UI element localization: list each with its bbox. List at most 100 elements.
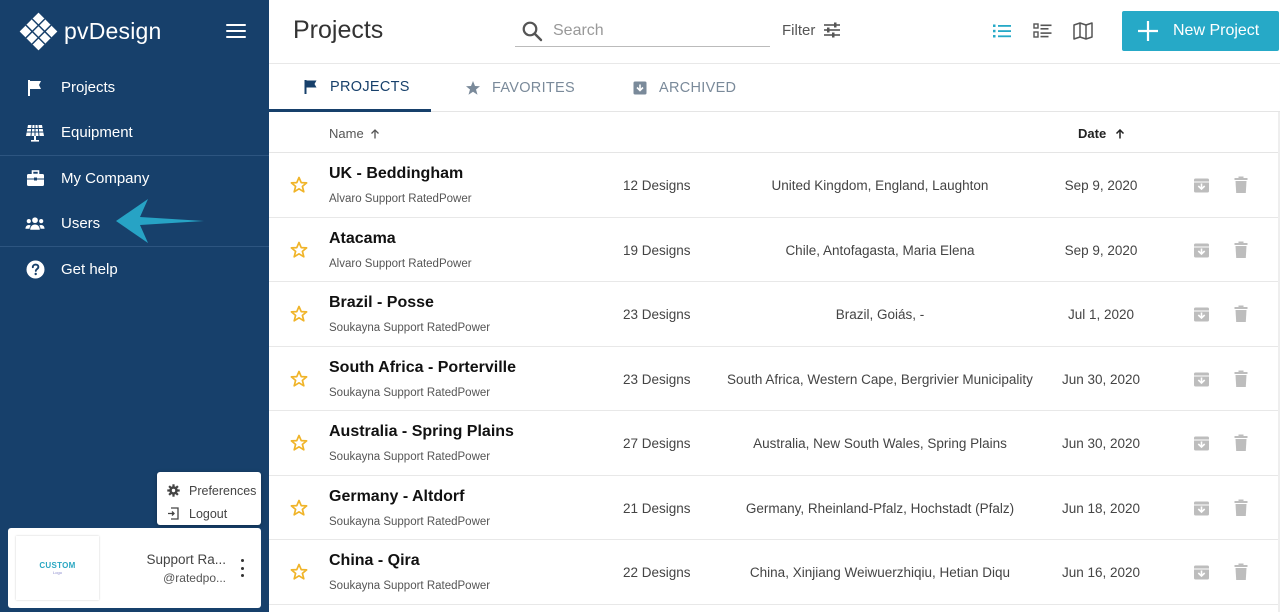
sidebar-item-get-help[interactable]: Get help (0, 247, 269, 292)
brand[interactable]: pvDesign (18, 11, 162, 51)
project-name[interactable]: Brazil - Posse (329, 294, 434, 312)
preferences-menu-item[interactable]: Preferences (157, 479, 261, 502)
project-location: South Africa, Western Cape, Bergrivier M… (727, 371, 1033, 387)
design-count: 27 Designs (623, 436, 691, 451)
archive-icon[interactable] (1193, 435, 1210, 452)
project-location: United Kingdom, England, Laughton (771, 178, 989, 193)
project-owner: Soukayna Support RatedPower (329, 322, 491, 334)
archive-icon[interactable] (1193, 242, 1210, 259)
project-date: Sep 9, 2020 (1064, 242, 1138, 258)
pvdesign-logo-icon (19, 12, 58, 50)
project-name[interactable]: South Africa - Porterville (329, 359, 516, 377)
users-icon (25, 214, 45, 234)
logout-icon (166, 507, 180, 521)
column-header-date[interactable]: Date (1078, 126, 1125, 141)
logout-menu-item[interactable]: Logout (157, 502, 261, 525)
menu-icon[interactable] (226, 24, 246, 40)
preferences-menu: Preferences Logout (157, 472, 261, 525)
trash-icon[interactable] (1234, 434, 1248, 452)
archive-icon[interactable] (1193, 177, 1210, 194)
table-row[interactable]: South Africa - Porterville Soukayna Suppo… (269, 347, 1280, 411)
archive-icon (633, 81, 647, 95)
trash-icon[interactable] (1234, 176, 1248, 194)
logout-label: Logout (189, 506, 228, 521)
new-project-label: New Project (1173, 22, 1260, 39)
tab-label: PROJECTS (330, 78, 410, 95)
more-options-icon[interactable] (239, 559, 245, 577)
flag-icon (304, 79, 317, 94)
table-header: Name Date (269, 112, 1280, 153)
project-date: Jul 1, 2020 (1067, 307, 1135, 322)
project-name[interactable]: UK - Beddingham (329, 165, 463, 183)
favorite-star-icon[interactable] (290, 305, 308, 323)
archive-icon[interactable] (1193, 306, 1210, 323)
table-row[interactable]: UK - Beddingham Alvaro Support RatedPower… (269, 153, 1280, 218)
sidebar-item-projects[interactable]: Projects (0, 65, 269, 110)
search-input[interactable] (553, 21, 753, 40)
table-row[interactable]: China - Qira Soukayna Support RatedPower 2… (269, 540, 1280, 605)
archive-icon[interactable] (1193, 371, 1210, 388)
archive-icon[interactable] (1193, 500, 1210, 517)
favorite-star-icon[interactable] (290, 434, 308, 452)
tab-projects[interactable]: PROJECTS (269, 64, 431, 112)
sidebar-nav: Projects Equipment My Company Users Get … (0, 65, 269, 292)
company-logo-text: CUSTOM (39, 561, 76, 570)
favorite-star-icon[interactable] (290, 176, 308, 194)
sidebar-item-my-company[interactable]: My Company (0, 156, 269, 201)
detail-view-icon[interactable] (1032, 20, 1054, 42)
filter-label: Filter (782, 21, 816, 39)
main-content: Projects Filter New Project PROJECTS (269, 0, 1280, 612)
project-name[interactable]: China - Qira (329, 552, 420, 570)
table-row[interactable]: Brazil - Posse Soukayna Support RatedPowe… (269, 282, 1280, 347)
brand-name: pvDesign (64, 17, 162, 44)
table-row[interactable]: Atacama Alvaro Support RatedPower 19 Desig… (269, 218, 1280, 282)
tab-favorites[interactable]: FAVORITES (465, 64, 575, 112)
flag-icon (25, 78, 45, 98)
table-row[interactable]: Germany - Altdorf Soukayna Support RatedP… (269, 476, 1280, 540)
filter-button[interactable]: Filter (782, 21, 841, 39)
project-location: Germany, Rheinland-Pfalz, Hochstadt (Pfa… (745, 500, 1015, 516)
favorite-star-icon[interactable] (290, 563, 308, 581)
tab-archived[interactable]: ARCHIVED (632, 64, 736, 112)
search-icon (522, 21, 543, 41)
sidebar-item-equipment[interactable]: Equipment (0, 110, 269, 155)
tab-label: FAVORITES (492, 80, 576, 96)
project-date: Sep 9, 2020 (1064, 178, 1138, 193)
user-name: Support Ra... (146, 552, 226, 567)
trash-icon[interactable] (1234, 241, 1248, 259)
sort-arrow-up-icon (370, 128, 379, 138)
map-view-icon[interactable] (1072, 20, 1094, 42)
sidebar: pvDesign Projects Equipment My Company U… (0, 0, 269, 612)
favorite-star-icon[interactable] (290, 370, 308, 388)
table-row[interactable]: Australia - Spring Plains Soukayna Suppor… (269, 411, 1280, 476)
project-name[interactable]: Germany - Altdorf (329, 488, 464, 506)
project-owner: Alvaro Support RatedPower (329, 193, 472, 205)
project-name[interactable]: Atacama (329, 230, 396, 248)
project-owner: Soukayna Support RatedPower (329, 451, 491, 463)
plus-icon (1138, 21, 1158, 41)
trash-icon[interactable] (1234, 370, 1248, 388)
column-header-name[interactable]: Name (329, 126, 380, 141)
column-header-label: Name (329, 126, 364, 141)
tune-icon (824, 22, 841, 38)
header: Projects Filter New Project (269, 0, 1280, 64)
project-name[interactable]: Australia - Spring Plains (329, 423, 514, 441)
favorite-star-icon[interactable] (290, 499, 308, 517)
solar-panel-icon (25, 123, 45, 143)
design-count: 21 Designs (623, 500, 691, 516)
trash-icon[interactable] (1234, 563, 1248, 581)
trash-icon[interactable] (1234, 305, 1248, 323)
list-view-icon[interactable] (991, 20, 1013, 42)
archive-icon[interactable] (1193, 564, 1210, 581)
company-logo: CUSTOM Logo (16, 536, 99, 600)
briefcase-icon (25, 169, 45, 189)
user-card: CUSTOM Logo Support Ra... @ratedpo... (8, 528, 261, 608)
new-project-button[interactable]: New Project (1122, 11, 1279, 51)
favorite-star-icon[interactable] (290, 241, 308, 259)
project-location: China, Xinjiang Weiwuerzhiqiu, Hetian Di… (749, 565, 1011, 580)
project-date: Jun 30, 2020 (1061, 436, 1141, 451)
design-count: 22 Designs (623, 565, 691, 580)
company-logo-subtext: Logo (53, 570, 62, 575)
trash-icon[interactable] (1234, 499, 1248, 517)
project-location: Chile, Antofagasta, Maria Elena (785, 242, 975, 258)
